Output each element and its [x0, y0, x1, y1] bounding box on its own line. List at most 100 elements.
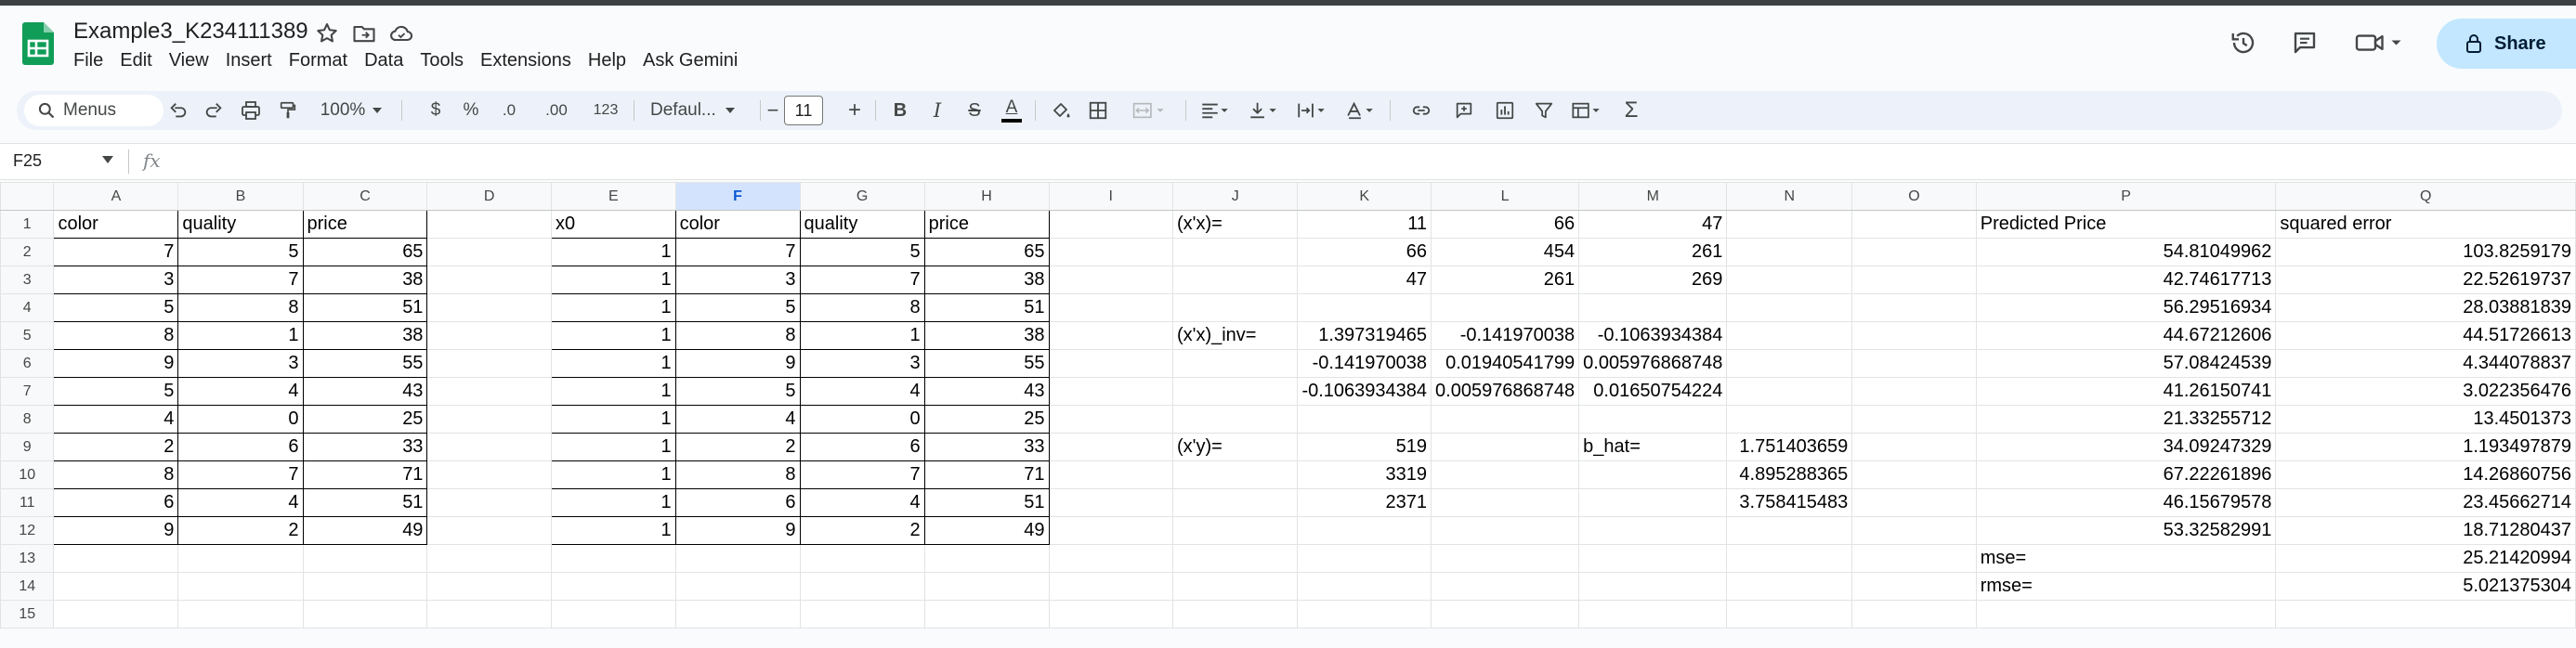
cell[interactable] [1578, 544, 1728, 573]
row-header[interactable]: 15 [0, 600, 55, 629]
cell[interactable] [1726, 544, 1853, 573]
cell[interactable] [426, 238, 552, 266]
cell[interactable]: 1 [550, 405, 676, 434]
cell[interactable] [1297, 516, 1432, 545]
select-all-corner[interactable] [0, 182, 55, 211]
cell[interactable]: 1 [550, 349, 676, 378]
cell[interactable] [550, 544, 676, 573]
cell[interactable]: 43 [302, 377, 428, 406]
cell[interactable]: 51 [923, 488, 1050, 517]
cell[interactable] [1851, 266, 1977, 294]
cell[interactable]: 5 [177, 238, 304, 266]
cell[interactable] [1851, 238, 1977, 266]
meet-camera-icon[interactable] [2347, 24, 2413, 61]
cell[interactable] [426, 321, 552, 350]
more-formats-button[interactable]: 123 [585, 91, 626, 130]
cell[interactable]: x0 [550, 210, 676, 239]
cell[interactable]: 9 [674, 516, 801, 545]
cell[interactable]: 42.74617713 [1975, 266, 2277, 294]
cell[interactable] [1171, 293, 1299, 322]
cell[interactable]: 5 [674, 377, 801, 406]
cell[interactable]: 5 [53, 377, 179, 406]
cell[interactable]: 38 [923, 266, 1050, 294]
cell[interactable]: 4 [799, 488, 925, 517]
cell[interactable] [1726, 210, 1853, 239]
cell[interactable] [1171, 405, 1299, 434]
column-header[interactable]: Q [2275, 182, 2576, 211]
column-header[interactable]: P [1975, 182, 2277, 211]
cell[interactable]: 8 [53, 321, 179, 350]
cell[interactable] [1297, 405, 1432, 434]
cell[interactable]: 1.193497879 [2275, 433, 2576, 461]
cell[interactable]: 1 [550, 238, 676, 266]
cell[interactable] [1048, 600, 1173, 629]
filter-icon[interactable] [1527, 91, 1561, 130]
text-rotation-icon[interactable] [1338, 91, 1382, 130]
cell[interactable]: 7 [799, 266, 925, 294]
column-header[interactable]: K [1297, 182, 1432, 211]
menu-file[interactable]: File [65, 48, 111, 74]
cell[interactable]: 0 [799, 405, 925, 434]
cell[interactable] [426, 433, 552, 461]
row-header[interactable]: 6 [0, 349, 55, 378]
insert-comment-icon[interactable] [1447, 91, 1481, 130]
cell[interactable]: 65 [923, 238, 1050, 266]
cell[interactable]: (x'x)= [1171, 210, 1299, 239]
cell[interactable] [177, 600, 304, 629]
cell[interactable]: 41.26150741 [1975, 377, 2277, 406]
cell[interactable]: -0.1063934384 [1578, 321, 1728, 350]
cell[interactable] [1048, 460, 1173, 489]
cell[interactable] [1048, 544, 1173, 573]
cell[interactable]: 1.751403659 [1726, 433, 1853, 461]
cell[interactable]: 67.22261896 [1975, 460, 2277, 489]
name-box[interactable]: F25 [13, 151, 42, 171]
cell[interactable]: 14.26860756 [2275, 460, 2576, 489]
cell[interactable] [1851, 405, 1977, 434]
menu-edit[interactable]: Edit [111, 48, 160, 74]
cell[interactable]: 1 [550, 488, 676, 517]
insert-link-icon[interactable] [1405, 91, 1438, 130]
row-header[interactable]: 9 [0, 433, 55, 461]
cell[interactable] [923, 600, 1050, 629]
cell[interactable] [1851, 600, 1977, 629]
cell[interactable]: 71 [923, 460, 1050, 489]
cell[interactable] [1048, 572, 1173, 601]
cell[interactable]: 51 [923, 293, 1050, 322]
cell[interactable]: 55 [302, 349, 428, 378]
cell[interactable]: 56.29516934 [1975, 293, 2277, 322]
currency-format-button[interactable]: $ [422, 91, 450, 130]
cell[interactable] [1851, 516, 1977, 545]
cell[interactable]: 1 [550, 516, 676, 545]
cell[interactable]: 2 [177, 516, 304, 545]
cell[interactable] [1048, 377, 1173, 406]
row-header[interactable]: 2 [0, 238, 55, 266]
row-header[interactable]: 13 [0, 544, 55, 573]
undo-icon[interactable] [162, 91, 195, 130]
cell[interactable] [426, 572, 552, 601]
cell[interactable] [1048, 266, 1173, 294]
cell[interactable] [1851, 544, 1977, 573]
cell[interactable]: 2 [799, 516, 925, 545]
cell[interactable] [1578, 488, 1728, 517]
cell[interactable] [426, 266, 552, 294]
cell[interactable]: 1 [799, 321, 925, 350]
font-select[interactable]: Defaul... [643, 91, 762, 130]
cell[interactable] [1048, 238, 1173, 266]
cell[interactable] [550, 572, 676, 601]
cell[interactable]: 57.08424539 [1975, 349, 2277, 378]
percent-format-button[interactable]: % [457, 91, 485, 130]
row-header[interactable]: 4 [0, 293, 55, 322]
cell[interactable] [1851, 433, 1977, 461]
cell[interactable]: 4 [53, 405, 179, 434]
cell[interactable] [674, 544, 801, 573]
redo-icon[interactable] [197, 91, 230, 130]
cell[interactable] [1726, 266, 1853, 294]
column-header[interactable]: C [302, 182, 428, 211]
cell[interactable] [674, 600, 801, 629]
cell[interactable] [1171, 544, 1299, 573]
cell[interactable] [1726, 516, 1853, 545]
cell[interactable]: 51 [302, 488, 428, 517]
cell[interactable]: 3 [53, 266, 179, 294]
cell[interactable] [1048, 321, 1173, 350]
column-header-selected[interactable]: F [674, 182, 801, 211]
